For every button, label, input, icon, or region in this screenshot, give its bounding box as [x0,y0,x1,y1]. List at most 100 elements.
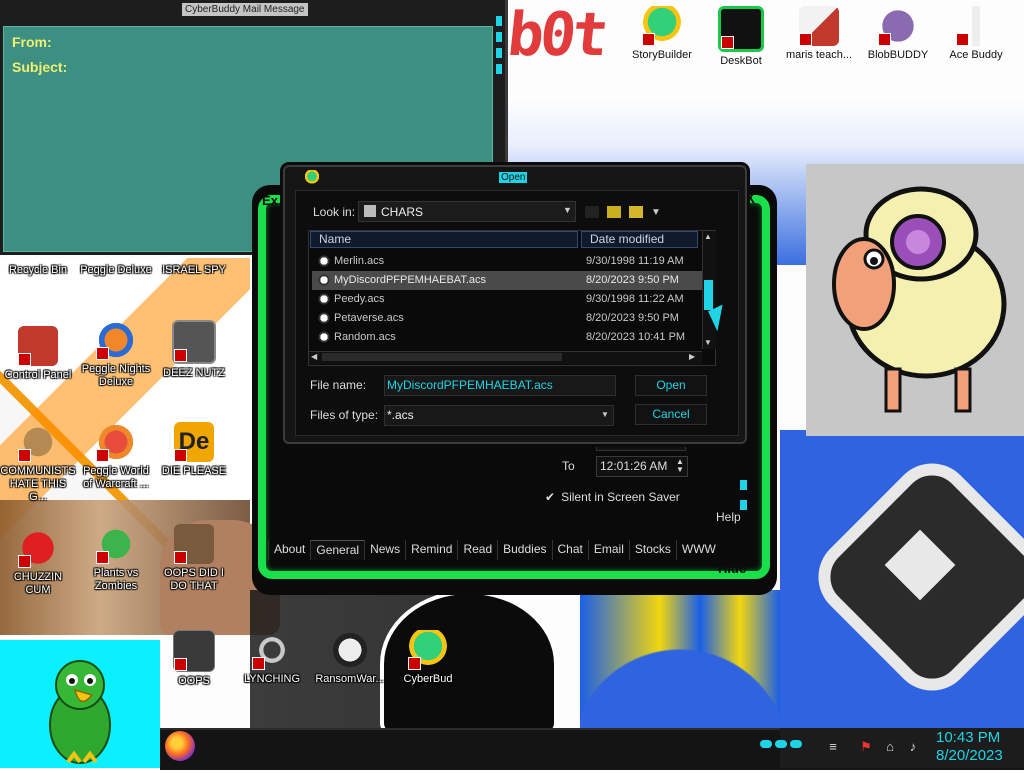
agent-file-icon [318,254,330,268]
deskbot-icon [718,6,764,52]
desktop-icon-label: BlobBUDDY [867,49,929,61]
book-icon [799,6,839,46]
hide-button[interactable]: Hide [718,561,746,576]
back-icon[interactable] [585,206,599,218]
to-time-field[interactable]: 12:01:26 AM [596,456,688,477]
column-header-date[interactable]: Date modified [581,231,698,248]
scroll-up-icon[interactable]: ▲ [704,232,712,241]
column-header-name[interactable]: Name [310,231,578,248]
desktop-icon-label: StoryBuilder [632,49,692,61]
desktop-icon-peggle-nights[interactable]: Peggle Nights Deluxe [78,320,154,389]
desktop-icon-cyberbud[interactable]: CyberBud [390,630,466,686]
file-row[interactable]: Merlin.acs 9/30/1998 11:19 AM [312,252,702,271]
tray-decoration [760,740,772,748]
dialog-toolbar: ▼ [585,204,685,220]
silent-screensaver-checkbox[interactable]: ✔ Silent in Screen Saver [545,490,680,504]
noose-icon [252,630,292,670]
desktop-icon-label: DIE PLEASE [161,465,227,477]
desktop-icon-die-please[interactable]: De DIE PLEASE [156,422,232,478]
tab-www[interactable]: WWW [675,540,721,560]
settings-tabs: About General News Remind Read Buddies C… [268,540,738,560]
desktop-icon-deez-nutz[interactable]: DEEZ NUTZ [156,320,232,380]
scroll-down-icon[interactable]: ▼ [704,338,712,347]
clock-date[interactable]: 8/20/2023 [936,747,1003,764]
desktop-icon-recycle-bin[interactable]: Recycle Bin [0,264,76,277]
clock-time[interactable]: 10:43 PM [936,729,1000,746]
view-menu-icon[interactable]: ▼ [651,207,661,218]
overflow-icon[interactable]: ≡ [825,739,841,755]
desktop-icon-label: CHUZZIN CUM [13,571,63,596]
new-folder-icon[interactable] [629,206,643,218]
file-row[interactable]: MyDiscordPFPEMHAEBAT.acs 8/20/2023 9:50 … [312,271,702,290]
de-icon: De [174,422,214,462]
exit-button[interactable]: Ex [262,193,278,208]
time-spinner-icon[interactable]: ▲ ▼ [676,458,684,474]
desktop-icon-label: DEEZ NUTZ [163,367,225,379]
desktop-icon-oops-did-i[interactable]: OOPS DID I DO THAT [156,524,232,593]
tab-about[interactable]: About [268,540,310,560]
dropdown-arrow-icon[interactable]: ▼ [601,410,609,419]
desktop-icon-control-panel[interactable]: Control Panel [0,326,76,382]
window-grip [496,64,502,74]
file-row[interactable]: Random.acs 8/20/2023 10:41 PM [312,328,702,347]
desktop-icon-pvz[interactable]: Plants vs Zombies [78,524,154,593]
desktop-icon-ransomware[interactable]: RansomWar... [312,630,388,686]
desktop-icon-label: COMMUNISTS HATE THIS G... [0,465,76,503]
tab-remind[interactable]: Remind [405,540,457,560]
help-button[interactable]: Help [716,510,741,524]
scrollbar-thumb[interactable] [322,353,562,361]
tab-read[interactable]: Read [457,540,497,560]
file-name-input[interactable]: MyDiscordPFPEMHAEBAT.acs [384,375,616,396]
desktop-icon-oops[interactable]: OOPS [156,630,232,688]
file-name: Peedy.acs [334,293,385,305]
desktop-icon-peggle-deluxe[interactable]: Peggle Deluxe [78,264,154,277]
desktop-icon-label: Recycle Bin [8,264,68,276]
parrot-icon [49,660,111,764]
up-folder-icon[interactable] [607,206,621,218]
desktop-icon-blobbuddy[interactable]: BlobBUDDY [860,6,936,62]
desktop-icon-chuzzin[interactable]: CHUZZIN CUM [0,528,76,597]
silent-screensaver-label: Silent in Screen Saver [561,490,680,504]
flag-icon[interactable]: ⚑ [858,739,874,755]
peggle-icon [96,320,136,360]
cyberbud-icon [408,630,448,670]
open-button[interactable]: Open [635,375,707,396]
scroll-right-icon[interactable]: ▶ [689,352,695,361]
desktop-icon-label: Peggle Deluxe [80,264,152,276]
desktop-icon-communists[interactable]: COMMUNISTS HATE THIS G... [0,422,76,504]
mail-window-title: CyberBuddy Mail Message [182,3,308,16]
tab-buddies[interactable]: Buddies [497,540,551,560]
tab-stocks[interactable]: Stocks [628,540,676,560]
desktop-icon-label: LYNCHING [243,673,301,685]
tab-general[interactable]: General [310,540,365,560]
tab-news[interactable]: News [364,540,405,560]
cancel-button[interactable]: Cancel [635,404,707,425]
network-icon[interactable]: ⌂ [882,739,898,755]
mail-subject-label: Subject: [12,59,68,75]
agent-file-icon [318,292,330,306]
scroll-left-icon[interactable]: ◀ [311,352,317,361]
dialog-title: Open [499,172,528,183]
desktop-icon-lynching[interactable]: LYNCHING [234,630,310,686]
files-of-type-dropdown[interactable]: *.acs [384,405,614,426]
file-row[interactable]: Petaverse.acs 8/20/2023 9:50 PM [312,309,702,328]
desktop-icon-acebuddy[interactable]: Ace Buddy [938,6,1014,62]
volume-icon[interactable]: ♪ [905,739,921,755]
desktop-icon-israel-spy[interactable]: ISRAEL SPY [156,264,232,277]
file-date: 8/20/2023 9:50 PM [586,274,679,286]
desktop-icon-maris[interactable]: maris teach... [781,6,857,62]
scrollbar-thumb[interactable] [704,280,713,310]
desktop-icon-peggle-wow[interactable]: Peggle World of Warcraft ... [78,422,154,491]
dropdown-arrow-icon[interactable]: ▼ [563,205,572,215]
sheep-character[interactable] [806,164,1024,436]
file-row[interactable]: Peedy.acs 9/30/1998 11:22 AM [312,290,702,309]
desktop-icon-storybuilder[interactable]: StoryBuilder [624,6,700,62]
firefox-icon[interactable] [165,731,195,761]
desktop-icon-deskbot[interactable]: DeskBot [703,6,779,68]
parrot-character[interactable] [0,640,160,768]
skull-icon [330,630,370,670]
window-grip [496,48,502,58]
tab-chat[interactable]: Chat [551,540,588,560]
tab-email[interactable]: Email [587,540,629,560]
mail-from-label: From: [12,34,52,50]
